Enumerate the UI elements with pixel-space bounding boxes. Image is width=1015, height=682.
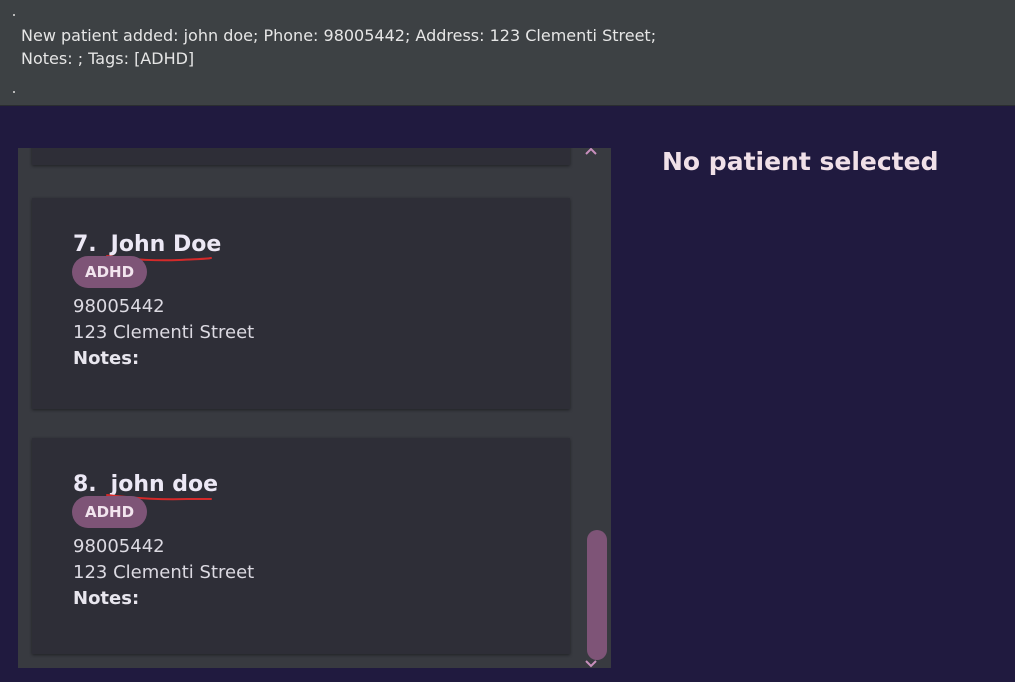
chevron-down-icon[interactable]: [584, 659, 598, 668]
patient-card[interactable]: 7. John Doe ADHD 98005442 123 Clementi St…: [32, 198, 570, 409]
patient-name: John Doe: [105, 232, 221, 262]
patient-notes-label: Notes:: [73, 348, 140, 369]
tag-badge: ADHD: [72, 496, 148, 528]
patient-address: 123 Clementi Street: [73, 322, 255, 343]
no-selection-label: No patient selected: [662, 147, 939, 176]
result-dot: [13, 14, 15, 16]
scrollbar-thumb[interactable]: [587, 530, 607, 660]
tag-badge: ADHD: [72, 256, 148, 288]
patient-index: 8.: [73, 472, 97, 497]
patient-name: john doe: [105, 472, 218, 501]
patient-title: 7. John Doe: [73, 232, 221, 262]
patient-address: 123 Clementi Street: [73, 562, 255, 583]
patient-list-panel[interactable]: 7. John Doe ADHD 98005442 123 Clementi St…: [18, 148, 611, 668]
command-result-box: New patient added: john doe; Phone: 9800…: [0, 0, 1015, 106]
patient-index: 7.: [73, 232, 97, 257]
patient-phone: 98005442: [73, 296, 165, 317]
patient-notes-label: Notes:: [73, 588, 140, 609]
patient-card[interactable]: 8. john doe ADHD 98005442 123 Clementi St…: [32, 438, 570, 654]
patient-title: 8. john doe: [73, 472, 218, 501]
command-result-text: New patient added: john doe; Phone: 9800…: [21, 26, 657, 68]
patient-phone: 98005442: [73, 536, 165, 557]
patient-card-partial[interactable]: [32, 148, 570, 165]
chevron-up-icon[interactable]: [584, 148, 598, 156]
result-dot: [13, 91, 15, 93]
